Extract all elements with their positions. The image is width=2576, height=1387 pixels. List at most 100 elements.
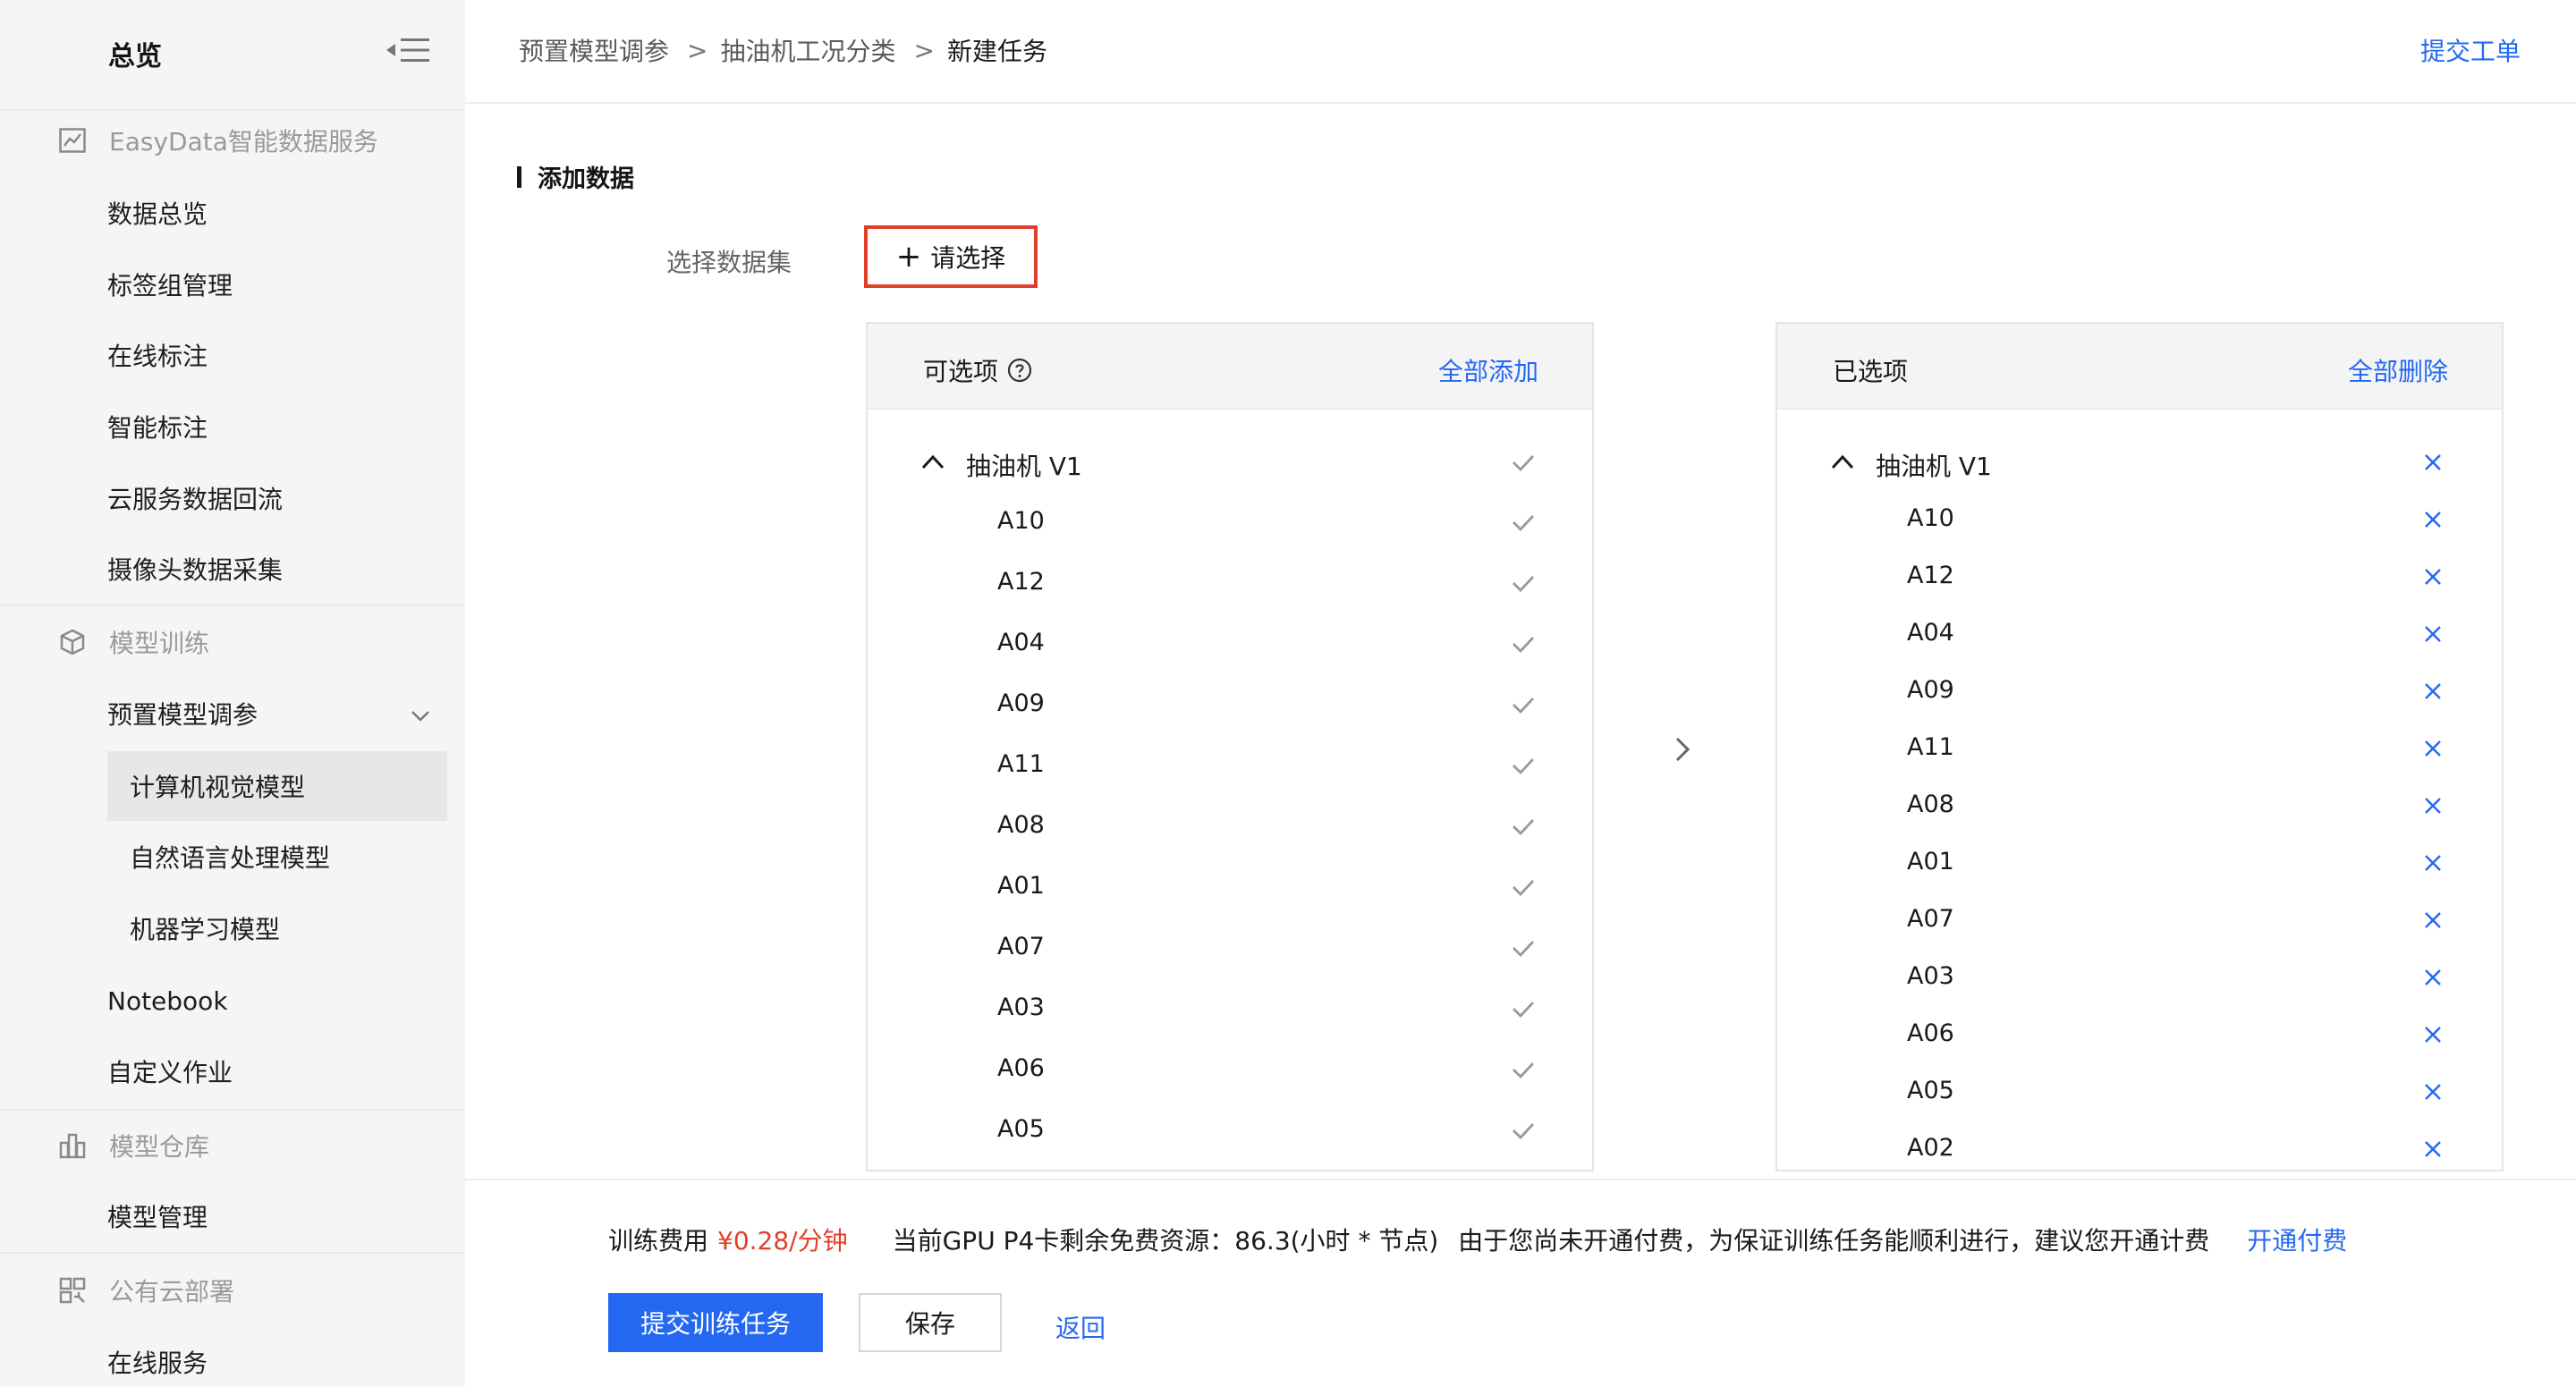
sidebar-group-model-warehouse[interactable]: 模型仓库 (57, 1128, 209, 1163)
list-item-label: A05 (997, 1115, 1045, 1143)
sidebar-item-data-overview[interactable]: 数据总览 (107, 193, 208, 233)
footer-bar: 训练费用 ¥0.28/分钟 当前GPU P4卡剩余免费资源：86.3(小时 * … (465, 1179, 2576, 1387)
check-icon (1513, 1123, 1535, 1140)
list-item[interactable]: A01 (1777, 841, 2502, 885)
sidebar-item-preset-tuning[interactable]: 预置模型调参 (107, 694, 258, 733)
list-item-label: A08 (1907, 791, 1954, 818)
list-item[interactable]: A10 (868, 500, 1592, 545)
help-icon[interactable] (1007, 358, 1032, 383)
sidebar-divider (0, 605, 465, 606)
close-icon[interactable] (2419, 907, 2446, 934)
list-item-label: A07 (1907, 905, 1954, 933)
close-icon[interactable] (2419, 964, 2446, 991)
list-item[interactable]: A04 (1777, 612, 2502, 656)
list-item[interactable]: A07 (868, 926, 1592, 970)
sidebar-item-nlp-model[interactable]: 自然语言处理模型 (107, 822, 447, 892)
list-item[interactable]: A09 (868, 682, 1592, 727)
chevron-right-icon[interactable] (1669, 732, 1696, 767)
check-icon (1513, 1002, 1535, 1019)
remove-all-button[interactable]: 全部删除 (2348, 352, 2448, 388)
add-all-button[interactable]: 全部添加 (1438, 352, 1538, 388)
list-item[interactable]: A03 (1777, 955, 2502, 1000)
list-item-label: A12 (1907, 562, 1954, 589)
panel-title: 可选项 (923, 352, 1032, 388)
close-icon[interactable] (2419, 563, 2446, 590)
list-item[interactable]: A11 (1777, 726, 2502, 771)
sidebar-group-easydata[interactable]: EasyData智能数据服务 (57, 123, 378, 158)
check-icon (1513, 515, 1535, 532)
sidebar-item-label-group[interactable]: 标签组管理 (107, 265, 233, 304)
submit-ticket-link[interactable]: 提交工单 (2420, 32, 2521, 68)
billing-notice: 由于您尚未开通付费，为保证训练任务能顺利进行，建议您开通计费 (1458, 1226, 2210, 1256)
cost-value: ¥0.28/分钟 (717, 1226, 848, 1256)
sidebar-item-online-annotation[interactable]: 在线标注 (107, 335, 208, 375)
sidebar-group-public-cloud[interactable]: 公有云部署 (57, 1273, 234, 1308)
sidebar-item-camera-capture[interactable]: 摄像头数据采集 (107, 549, 283, 588)
open-billing-link[interactable]: 开通付费 (2247, 1222, 2347, 1257)
close-icon[interactable] (2419, 1136, 2446, 1163)
list-item[interactable]: A05 (1777, 1070, 2502, 1114)
sidebar-item-custom-job[interactable]: 自定义作业 (107, 1052, 233, 1091)
cost-line: 训练费用 ¥0.28/分钟 当前GPU P4卡剩余免费资源：86.3(小时 * … (608, 1222, 2347, 1257)
list-item-label: A06 (1907, 1019, 1954, 1047)
close-icon[interactable] (2419, 1078, 2446, 1105)
sidebar-item-ml-model[interactable]: 机器学习模型 (107, 893, 447, 963)
chevron-up-icon[interactable] (919, 449, 946, 476)
sidebar-item-model-management[interactable]: 模型管理 (107, 1197, 208, 1236)
collapse-menu-icon[interactable] (385, 34, 433, 66)
close-icon[interactable] (2419, 621, 2446, 647)
breadcrumb-item[interactable]: 抽油机工况分类 (720, 32, 895, 68)
list-item[interactable]: A06 (1777, 1012, 2502, 1057)
close-icon[interactable] (2419, 1021, 2446, 1048)
close-icon[interactable] (2419, 850, 2446, 876)
list-item-label: A09 (1907, 676, 1954, 704)
list-item[interactable]: A06 (868, 1047, 1592, 1092)
available-options-panel: 可选项 全部添加 抽油机 V1 A10 A12 A04 A09 A11 A08 A01 A07… (866, 322, 1594, 1171)
check-icon (1513, 1062, 1535, 1079)
tree-group-row[interactable]: 抽油机 V1 (1777, 440, 2502, 485)
breadcrumb-separator-icon: > (687, 35, 708, 65)
list-item[interactable]: A04 (868, 622, 1592, 666)
select-dataset-button[interactable]: + 请选择 (864, 225, 1038, 288)
list-item[interactable]: A08 (1777, 783, 2502, 828)
sidebar-item-smart-annotation[interactable]: 智能标注 (107, 407, 208, 446)
chevron-up-icon[interactable] (1829, 449, 1856, 476)
plus-icon: + (895, 239, 922, 275)
close-icon[interactable] (2419, 678, 2446, 705)
breadcrumb-item[interactable]: 预置模型调参 (519, 32, 669, 68)
close-icon[interactable] (2419, 792, 2446, 819)
list-item[interactable]: A10 (1777, 497, 2502, 542)
check-icon (1513, 758, 1535, 775)
list-item-label: A01 (1907, 848, 1954, 875)
check-icon (1513, 698, 1535, 715)
list-item[interactable]: A12 (1777, 554, 2502, 599)
tree-group-row[interactable]: 抽油机 V1 (868, 440, 1592, 485)
sidebar-item-cv-model[interactable]: 计算机视觉模型 (107, 751, 447, 821)
list-item[interactable]: A09 (1777, 669, 2502, 714)
save-button[interactable]: 保存 (859, 1293, 1002, 1352)
sidebar-group-model-training[interactable]: 模型训练 (57, 624, 209, 660)
sidebar-item-notebook[interactable]: Notebook (107, 981, 228, 1020)
list-item[interactable]: A01 (868, 865, 1592, 909)
list-item[interactable]: A12 (868, 561, 1592, 605)
list-item[interactable]: A05 (868, 1108, 1592, 1153)
close-icon[interactable] (2419, 735, 2446, 762)
sidebar-item-cloud-data-reflow[interactable]: 云服务数据回流 (107, 478, 283, 518)
dataset-field-label: 选择数据集 (666, 248, 792, 277)
sidebar-title[interactable]: 总览 (108, 34, 162, 73)
back-link[interactable]: 返回 (1055, 1309, 1106, 1345)
list-item[interactable]: A07 (1777, 898, 2502, 943)
chevron-down-icon[interactable] (408, 703, 433, 728)
sidebar-item-online-service[interactable]: 在线服务 (107, 1342, 208, 1382)
list-item[interactable]: A03 (868, 986, 1592, 1031)
breadcrumb-current: 新建任务 (946, 37, 1047, 66)
list-item[interactable]: A02 (1777, 1127, 2502, 1170)
cost-label: 训练费用 (608, 1226, 709, 1256)
submit-training-button[interactable]: 提交训练任务 (608, 1293, 823, 1352)
warehouse-icon (57, 1130, 88, 1161)
top-bar: 预置模型调参 > 抽油机工况分类 > 新建任务 提交工单 (465, 0, 2576, 104)
close-icon[interactable] (2419, 449, 2446, 476)
close-icon[interactable] (2419, 506, 2446, 533)
list-item[interactable]: A11 (868, 743, 1592, 788)
list-item[interactable]: A08 (868, 804, 1592, 849)
